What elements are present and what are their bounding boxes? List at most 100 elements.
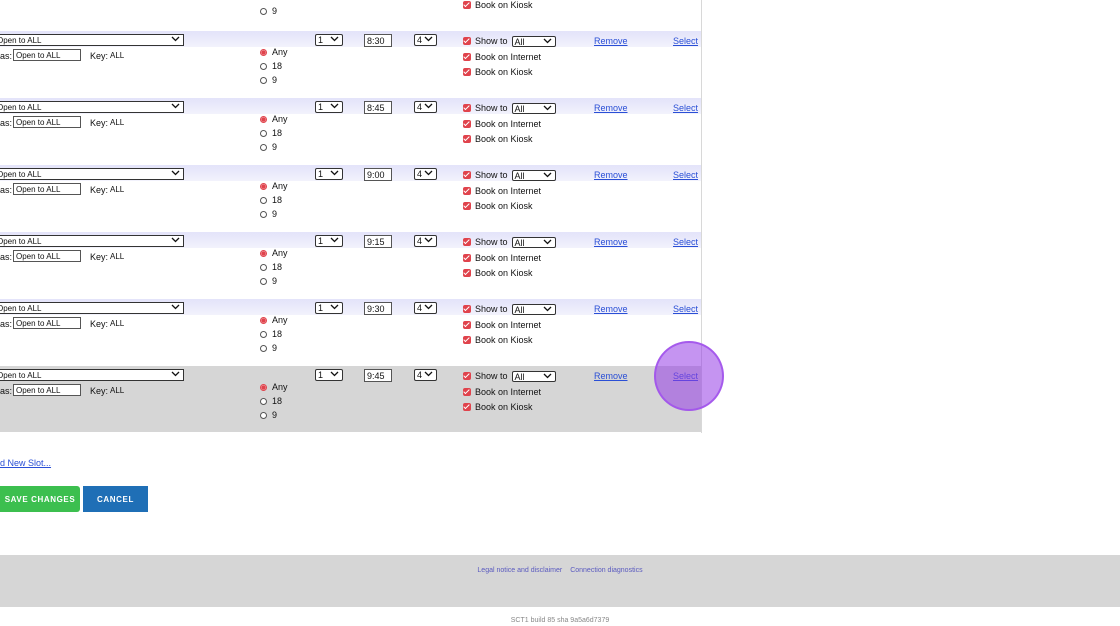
radio-button[interactable] [260, 411, 267, 419]
time-input[interactable]: 8:30 [364, 34, 392, 47]
slot-type-select[interactable]: Open to ALL [0, 34, 184, 46]
display-as-input[interactable]: Open to ALL [13, 183, 81, 195]
save-changes-button[interactable]: SAVE CHANGES [0, 486, 80, 512]
radio-option-18[interactable]: 18 [260, 261, 282, 273]
slot-type-select[interactable]: Open to ALL [0, 168, 184, 180]
checkbox-checked[interactable] [463, 1, 471, 9]
quantity-select[interactable]: 1 [315, 302, 343, 314]
radio-button[interactable] [260, 277, 267, 285]
select-link[interactable]: Select [673, 103, 698, 113]
checkbox-checked[interactable] [463, 202, 471, 210]
radio-button[interactable] [260, 344, 267, 352]
remove-link[interactable]: Remove [594, 371, 628, 381]
radio-option-any[interactable]: Any [260, 247, 288, 259]
book-on-internet-checkbox[interactable]: Book on Internet [463, 252, 541, 264]
display-as-input[interactable]: Open to ALL [13, 250, 81, 262]
players-select[interactable]: 4 [414, 34, 437, 46]
show-to-checkbox[interactable] [463, 104, 471, 112]
show-to-checkbox-row[interactable]: Show to All [463, 303, 556, 315]
radio-option-18[interactable]: 18 [260, 194, 282, 206]
radio-option-18[interactable]: 18 [260, 127, 282, 139]
radio-button[interactable] [260, 115, 267, 123]
radio-option-any[interactable]: Any [260, 46, 288, 58]
show-to-checkbox[interactable] [463, 171, 471, 179]
slot-type-select[interactable]: Open to ALL [0, 302, 184, 314]
add-new-slot-link[interactable]: d New Slot... [0, 458, 51, 468]
radio-option-9[interactable]: 9 [260, 5, 277, 17]
players-select[interactable]: 4 [414, 101, 437, 113]
book-on-internet-checkbox[interactable]: Book on Internet [463, 51, 541, 63]
quantity-select[interactable]: 1 [315, 168, 343, 180]
display-as-input[interactable]: Open to ALL [13, 317, 81, 329]
book-on-internet-checkbox[interactable]: Book on Internet [463, 319, 541, 331]
players-select[interactable]: 4 [414, 369, 437, 381]
radio-button[interactable] [260, 129, 267, 137]
show-to-checkbox[interactable] [463, 372, 471, 380]
radio-button[interactable] [260, 62, 267, 70]
radio-button[interactable] [260, 249, 267, 257]
players-select[interactable]: 4 [414, 235, 437, 247]
remove-link[interactable]: Remove [594, 304, 628, 314]
radio-button[interactable] [260, 7, 267, 15]
show-to-checkbox-row[interactable]: Show to All [463, 35, 556, 47]
checkbox-checked[interactable] [463, 135, 471, 143]
radio-option-18[interactable]: 18 [260, 395, 282, 407]
book-on-internet-checkbox[interactable]: Book on Internet [463, 118, 541, 130]
book-on-internet-checkbox[interactable]: Book on Internet [463, 386, 541, 398]
show-to-select[interactable]: All [511, 370, 556, 382]
radio-button[interactable] [260, 143, 267, 151]
radio-option-9[interactable]: 9 [260, 275, 277, 287]
book-on-internet-checkbox[interactable]: Book on Internet [463, 185, 541, 197]
select-link[interactable]: Select [673, 237, 698, 247]
radio-option-any[interactable]: Any [260, 381, 288, 393]
show-to-select[interactable]: All [511, 303, 556, 315]
radio-option-9[interactable]: 9 [260, 409, 277, 421]
cancel-button[interactable]: CANCEL [83, 486, 148, 512]
players-select[interactable]: 4 [414, 168, 437, 180]
checkbox-checked[interactable] [463, 269, 471, 277]
checkbox-checked[interactable] [463, 68, 471, 76]
show-to-select[interactable]: All [511, 35, 556, 47]
radio-option-18[interactable]: 18 [260, 328, 282, 340]
radio-button[interactable] [260, 196, 267, 204]
checkbox-checked[interactable] [463, 321, 471, 329]
show-to-checkbox[interactable] [463, 305, 471, 313]
book-on-kiosk-checkbox[interactable]: Book on Kiosk [463, 334, 533, 346]
radio-button[interactable] [260, 397, 267, 405]
radio-option-any[interactable]: Any [260, 180, 288, 192]
checkbox-checked[interactable] [463, 53, 471, 61]
display-as-input[interactable]: Open to ALL [13, 49, 81, 61]
quantity-select[interactable]: 1 [315, 369, 343, 381]
radio-button[interactable] [260, 316, 267, 324]
quantity-select[interactable]: 1 [315, 235, 343, 247]
radio-option-9[interactable]: 9 [260, 208, 277, 220]
radio-option-any[interactable]: Any [260, 314, 288, 326]
book-on-kiosk-checkbox[interactable]: Book on Kiosk [463, 200, 533, 212]
remove-link[interactable]: Remove [594, 36, 628, 46]
slot-type-select[interactable]: Open to ALL [0, 235, 184, 247]
show-to-select[interactable]: All [511, 236, 556, 248]
radio-option-18[interactable]: 18 [260, 60, 282, 72]
remove-link[interactable]: Remove [594, 103, 628, 113]
show-to-select[interactable]: All [511, 102, 556, 114]
radio-option-9[interactable]: 9 [260, 74, 277, 86]
show-to-select[interactable]: All [511, 169, 556, 181]
show-to-checkbox-row[interactable]: Show to All [463, 169, 556, 181]
book-on-kiosk-checkbox[interactable]: Book on Kiosk [463, 133, 533, 145]
checkbox-checked[interactable] [463, 336, 471, 344]
select-link[interactable]: Select [673, 304, 698, 314]
radio-button[interactable] [260, 182, 267, 190]
checkbox-checked[interactable] [463, 187, 471, 195]
quantity-select[interactable]: 1 [315, 34, 343, 46]
select-link[interactable]: Select [673, 36, 698, 46]
checkbox-checked[interactable] [463, 403, 471, 411]
time-input[interactable]: 9:45 [364, 369, 392, 382]
show-to-checkbox-row[interactable]: Show to All [463, 370, 556, 382]
time-input[interactable]: 9:30 [364, 302, 392, 315]
book-on-kiosk-checkbox[interactable]: Book on Kiosk [463, 267, 533, 279]
display-as-input[interactable]: Open to ALL [13, 116, 81, 128]
checkbox-checked[interactable] [463, 120, 471, 128]
remove-link[interactable]: Remove [594, 170, 628, 180]
display-as-input[interactable]: Open to ALL [13, 384, 81, 396]
radio-button[interactable] [260, 48, 267, 56]
